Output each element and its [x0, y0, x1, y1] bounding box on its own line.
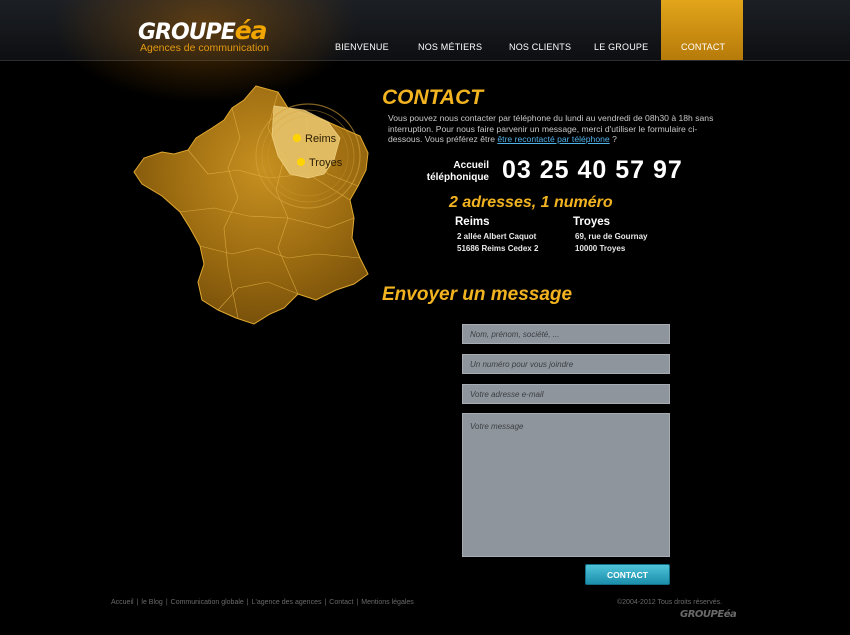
footer-link-communication[interactable]: Communication globale — [171, 599, 244, 606]
footer-link-agence[interactable]: L'agence des agences — [252, 599, 322, 606]
reims-address-line2: 51686 Reims Cedex 2 — [457, 244, 539, 253]
addresses-title: 2 adresses, 1 numéro — [449, 194, 613, 211]
france-outline — [133, 85, 369, 325]
reims-map-label: Reims — [305, 133, 337, 145]
troyes-address-line2: 10000 Troyes — [575, 244, 626, 253]
footer-link-blog[interactable]: le Blog — [141, 599, 162, 606]
nav-bienvenue[interactable]: BIENVENUE — [335, 42, 389, 52]
logo-tagline: Agences de communication — [140, 42, 269, 54]
footer-link-contact[interactable]: Contact — [329, 599, 353, 606]
email-field[interactable] — [462, 384, 670, 404]
reims-title: Reims — [455, 216, 490, 228]
footer-link-mentions[interactable]: Mentions légales — [361, 599, 414, 606]
copyright: ©2004-2012 Tous droits réservés. — [617, 599, 723, 606]
phone-number: 03 25 40 57 97 — [502, 156, 683, 184]
nav-nos-clients[interactable]: NOS CLIENTS — [509, 42, 571, 52]
reims-address-line1: 2 allée Albert Caquot — [457, 232, 537, 241]
logo[interactable]: GROUPEéa Agences de communication — [138, 16, 269, 54]
submit-button[interactable]: CONTACT — [585, 564, 670, 585]
header: GROUPEéa Agences de communication BIENVE… — [0, 0, 850, 110]
phone-label: Accueil téléphonique — [426, 160, 489, 183]
troyes-marker — [297, 158, 305, 166]
phone-field[interactable] — [462, 354, 670, 374]
nav-contact[interactable]: CONTACT — [681, 42, 725, 52]
message-field[interactable] — [462, 413, 670, 557]
footer-logo[interactable]: GROUPEéa — [680, 609, 737, 620]
troyes-map-label: Troyes — [309, 157, 343, 169]
reims-marker — [293, 134, 301, 142]
troyes-address-line1: 69, rue de Gournay — [575, 232, 648, 241]
nav-le-groupe[interactable]: LE GROUPE — [594, 42, 648, 52]
name-field[interactable] — [462, 324, 670, 344]
message-form-title: Envoyer un message — [382, 284, 573, 305]
contact-intro: Vous pouvez nous contacter par téléphone… — [388, 113, 714, 144]
contact-title: CONTACT — [382, 86, 484, 109]
france-map: Reims Troyes — [133, 85, 369, 325]
callback-link[interactable]: être recontacté par téléphone — [497, 134, 609, 144]
footer-links: Accueil | le Blog | Communication globale | L'… — [111, 599, 414, 606]
footer-link-accueil[interactable]: Accueil — [111, 599, 134, 606]
nav-nos-metiers[interactable]: NOS MÉTIERS — [418, 42, 482, 52]
troyes-title: Troyes — [573, 216, 611, 228]
